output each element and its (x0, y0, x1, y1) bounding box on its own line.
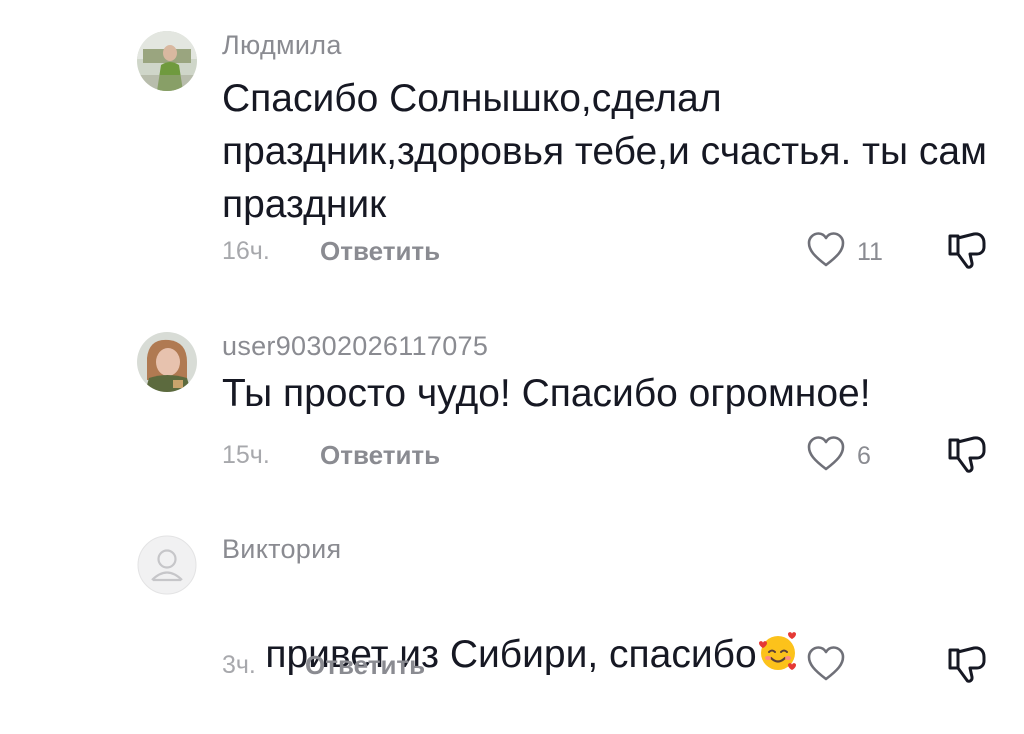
dislike-button[interactable] (946, 434, 990, 476)
reply-button[interactable]: Ответить (320, 236, 440, 267)
comment-time: 15ч. (222, 441, 270, 469)
heart-outline-icon (807, 232, 845, 267)
reply-button[interactable]: Ответить (305, 650, 425, 681)
reply-button[interactable]: Ответить (320, 440, 440, 471)
user-photo-avatar-icon (137, 332, 197, 392)
default-user-avatar-icon (137, 535, 197, 595)
like-button[interactable] (806, 230, 846, 270)
comment-text: Ты просто чудо! Спасибо огромное! (222, 372, 871, 415)
comment-username[interactable]: user90302026117075 (222, 331, 488, 362)
dislike-icon (948, 436, 986, 473)
user-photo-avatar-icon (137, 31, 197, 91)
dislike-icon (948, 646, 986, 683)
heart-outline-icon (807, 436, 845, 471)
like-count: 11 (857, 238, 883, 266)
avatar[interactable] (137, 332, 197, 392)
like-button[interactable] (806, 644, 846, 684)
comment-text: Спасибо Солнышко,сделал праздник,здоровь… (222, 77, 998, 226)
dislike-button[interactable] (946, 230, 990, 272)
like-button[interactable] (806, 434, 846, 474)
heart-outline-icon (807, 646, 845, 681)
comment-time: 16ч. (222, 237, 270, 265)
dislike-button[interactable] (946, 644, 990, 686)
comment-username[interactable]: Людмила (222, 30, 342, 61)
smiling-face-with-hearts-emoji-icon (757, 631, 799, 673)
like-count: 6 (857, 442, 871, 470)
comment-username[interactable]: Виктория (222, 534, 341, 565)
comment-time: 3ч. (222, 651, 256, 679)
avatar[interactable] (137, 535, 197, 595)
dislike-icon (948, 232, 986, 269)
avatar[interactable] (137, 31, 197, 91)
